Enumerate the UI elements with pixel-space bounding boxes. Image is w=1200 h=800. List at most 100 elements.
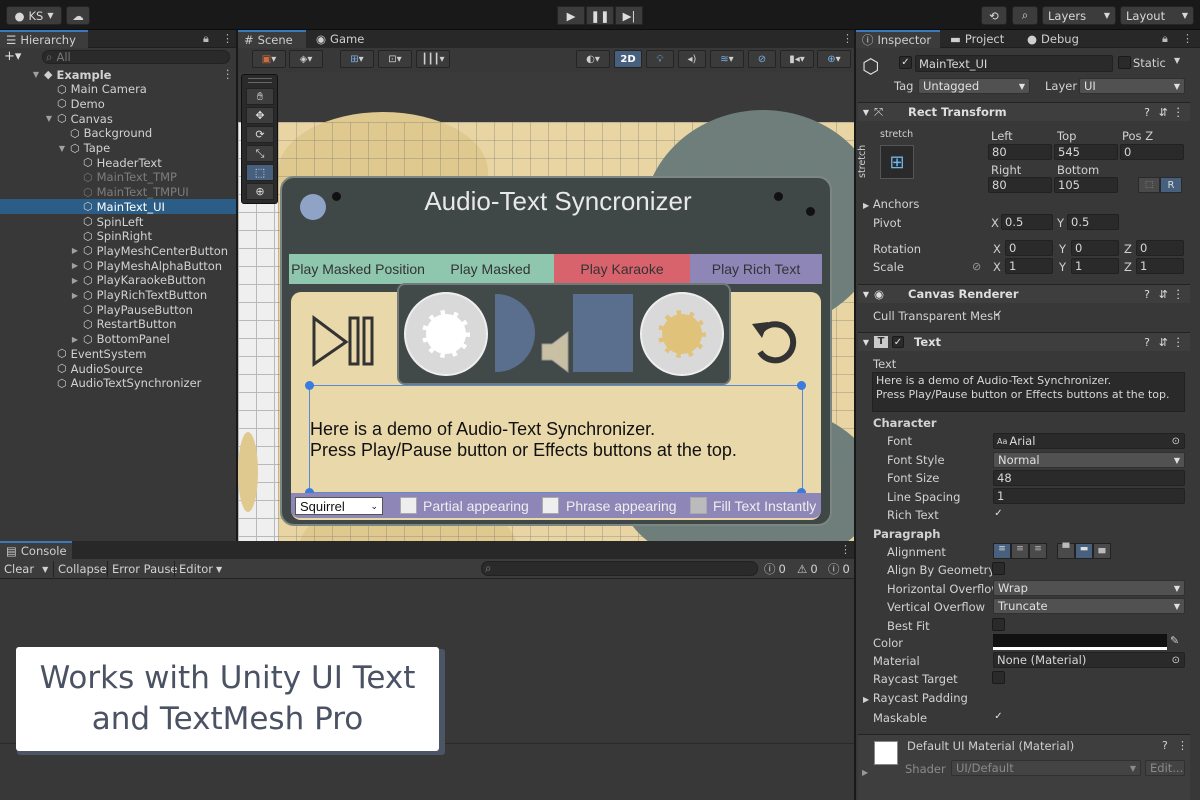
help-icon[interactable]: ? bbox=[1144, 336, 1150, 349]
editor-dropdown[interactable]: Editor ▼ bbox=[174, 561, 226, 577]
align-left-button[interactable]: ≡ bbox=[993, 543, 1011, 559]
error-pause-button[interactable]: Error Pause bbox=[107, 561, 182, 577]
hierarchy-item[interactable]: ⬡ MainText_UI bbox=[71, 199, 165, 214]
error-count[interactable]: ⓘ 0 bbox=[828, 561, 850, 577]
add-button[interactable]: +▾ bbox=[4, 49, 30, 64]
font-size-field[interactable]: 48 bbox=[993, 470, 1185, 486]
pivot-button[interactable]: ◈ ▾ bbox=[289, 50, 323, 68]
align-center-button[interactable]: ≡ bbox=[1011, 543, 1029, 559]
align-bottom-button[interactable]: ▄ bbox=[1093, 543, 1111, 559]
move-tool-button[interactable]: ✥ bbox=[246, 107, 274, 124]
align-by-geometry-checkbox[interactable] bbox=[992, 562, 1005, 575]
layer-dropdown[interactable]: UI ▼ bbox=[1079, 78, 1185, 94]
hierarchy-item[interactable]: ⬡ Background bbox=[58, 126, 152, 141]
hierarchy-item[interactable]: ▶ ⬡ BottomPanel bbox=[71, 332, 170, 347]
tab-inspector[interactable]: ⓘ Inspector bbox=[856, 30, 940, 48]
object-picker-icon[interactable]: ⊙ bbox=[1172, 436, 1180, 447]
increment-snap-button[interactable]: ┃┃┃ ▾ bbox=[416, 50, 450, 68]
right-field[interactable]: 80 bbox=[988, 177, 1052, 193]
object-name-field[interactable]: MainText_UI bbox=[915, 55, 1113, 72]
text-component-header[interactable]: ▼ T ✓ Text ? ⇵ ⋮ bbox=[858, 332, 1190, 351]
camera-button[interactable]: ▮◂ ▾ bbox=[780, 50, 814, 68]
hierarchy-item[interactable]: ▼ ⬡ Canvas bbox=[45, 111, 113, 126]
play-karaoke-button[interactable]: Play Karaoke bbox=[554, 254, 690, 284]
console-search-input[interactable]: ⌕ bbox=[481, 561, 758, 576]
rect-tool-button[interactable]: ⬚ bbox=[246, 164, 274, 181]
more-icon[interactable]: ⋮ bbox=[222, 32, 233, 45]
chevron-down-icon[interactable]: ▼ bbox=[58, 144, 66, 153]
rotation-y-field[interactable]: 0 bbox=[1071, 240, 1119, 256]
visibility-button[interactable]: ⊘ bbox=[748, 50, 776, 68]
rect-transform-header[interactable]: ▼ ⤧ Rect Transform ? ⇵ ⋮ bbox=[858, 102, 1190, 121]
lock-icon[interactable]: 🔒︎ bbox=[1162, 32, 1168, 46]
grid-button[interactable]: ⊞ ▾ bbox=[340, 50, 374, 68]
top-field[interactable]: 545 bbox=[1054, 144, 1118, 160]
draw-mode-button[interactable]: ▣ ▾ bbox=[252, 50, 286, 68]
chevron-right-icon[interactable]: ▶ bbox=[71, 246, 79, 255]
hierarchy-scene-root[interactable]: ▼ ◆ Example bbox=[32, 67, 112, 82]
preset-icon[interactable]: ⇵ bbox=[1159, 288, 1168, 301]
hierarchy-search-input[interactable]: ⌕ All bbox=[42, 50, 230, 64]
align-middle-button[interactable]: ▬ bbox=[1075, 543, 1093, 559]
lock-icon[interactable]: 🔒︎ bbox=[203, 32, 209, 46]
play-button[interactable]: ▶ bbox=[557, 6, 585, 25]
more-icon[interactable]: ⋮ bbox=[1173, 287, 1185, 301]
hierarchy-item[interactable]: ▼ ⬡ Tape bbox=[58, 141, 110, 156]
tab-hierarchy[interactable]: ☰ Hierarchy bbox=[0, 30, 88, 48]
audio-button[interactable]: ◂) bbox=[678, 50, 706, 68]
scale-z-field[interactable]: 1 bbox=[1136, 258, 1184, 274]
hierarchy-item[interactable]: ▶ ⬡ PlayRichTextButton bbox=[71, 288, 207, 303]
lighting-button[interactable]: 💡︎ bbox=[646, 50, 674, 68]
more-icon[interactable]: ⋮ bbox=[1177, 739, 1188, 752]
edit-shader-button[interactable]: Edit... bbox=[1145, 760, 1185, 776]
more-icon[interactable]: ⋮ bbox=[842, 32, 853, 45]
chevron-right-icon[interactable]: ▶ bbox=[71, 335, 79, 344]
hierarchy-item[interactable]: ⬡ AudioTextSynchronizer bbox=[45, 376, 201, 391]
warning-count[interactable]: ⚠ 0 bbox=[797, 561, 818, 577]
play-pause-button[interactable] bbox=[308, 312, 380, 370]
rich-text-checkbox[interactable]: ✓ bbox=[992, 507, 1005, 520]
hierarchy-item[interactable]: ▶ ⬡ PlayMeshAlphaButton bbox=[71, 258, 222, 273]
help-icon[interactable]: ? bbox=[1144, 288, 1150, 301]
hierarchy-item[interactable]: ▶ ⬡ PlayMeshCenterButton bbox=[71, 243, 228, 258]
raycast-padding-foldout[interactable]: ▶ Raycast Padding bbox=[863, 691, 968, 705]
rotate-tool-button[interactable]: ⟳ bbox=[246, 126, 274, 143]
preset-icon[interactable]: ⇵ bbox=[1159, 106, 1168, 119]
active-checkbox[interactable]: ✓ bbox=[899, 56, 912, 69]
eyedropper-icon[interactable]: ✎ bbox=[1170, 634, 1179, 647]
layers-dropdown[interactable]: Layers ▼ bbox=[1042, 6, 1116, 25]
chevron-right-icon[interactable]: ▶ bbox=[71, 291, 79, 300]
canvas-renderer-header[interactable]: ▼ ◉ Canvas Renderer ? ⇵ ⋮ bbox=[858, 284, 1190, 303]
anchor-presets-button[interactable]: ⊞ bbox=[880, 145, 914, 179]
raycast-target-checkbox[interactable] bbox=[992, 671, 1005, 684]
voice-dropdown[interactable]: Squirrel ⌄ bbox=[295, 497, 383, 515]
history-button[interactable]: ⟲ bbox=[981, 6, 1007, 25]
help-icon[interactable]: ? bbox=[1162, 739, 1168, 752]
shading-button[interactable]: ◐ ▾ bbox=[576, 50, 610, 68]
transform-tool-button[interactable]: ⊕ bbox=[246, 183, 274, 200]
cloud-button[interactable]: ☁ bbox=[66, 6, 90, 25]
hierarchy-item[interactable]: ⬡ SpinRight bbox=[71, 229, 152, 244]
restart-button[interactable] bbox=[748, 316, 800, 368]
rotation-x-field[interactable]: 0 bbox=[1005, 240, 1053, 256]
effects-button[interactable]: ≋ ▾ bbox=[710, 50, 744, 68]
hierarchy-item[interactable]: ⬡ Demo bbox=[45, 96, 105, 111]
tab-game[interactable]: ◉ Game bbox=[310, 30, 370, 48]
shader-dropdown[interactable]: UI/Default ▼ bbox=[951, 760, 1141, 776]
gizmos-button[interactable]: ⊕ ▾ bbox=[817, 50, 851, 68]
preset-icon[interactable]: ⇵ bbox=[1159, 336, 1168, 349]
play-rich-text-button[interactable]: Play Rich Text bbox=[690, 254, 822, 284]
scale-y-field[interactable]: 1 bbox=[1071, 258, 1119, 274]
line-spacing-field[interactable]: 1 bbox=[993, 488, 1185, 504]
bottom-field[interactable]: 105 bbox=[1054, 177, 1118, 193]
posz-field[interactable]: 0 bbox=[1120, 144, 1184, 160]
hierarchy-item[interactable]: ⬡ MainText_TMP bbox=[71, 170, 177, 185]
pivot-y-field[interactable]: 0.5 bbox=[1067, 214, 1119, 230]
more-icon[interactable]: ⋮ bbox=[1173, 335, 1185, 349]
hierarchy-item[interactable]: ⬡ AudioSource bbox=[45, 361, 143, 376]
more-icon[interactable]: ⋮ bbox=[1182, 32, 1193, 45]
tab-scene[interactable]: # Scene bbox=[238, 30, 306, 48]
chevron-down-icon[interactable]: ▼ bbox=[1174, 56, 1180, 65]
pause-button[interactable]: ❚❚ bbox=[586, 6, 614, 25]
hierarchy-item[interactable]: ⬡ EventSystem bbox=[45, 346, 146, 361]
